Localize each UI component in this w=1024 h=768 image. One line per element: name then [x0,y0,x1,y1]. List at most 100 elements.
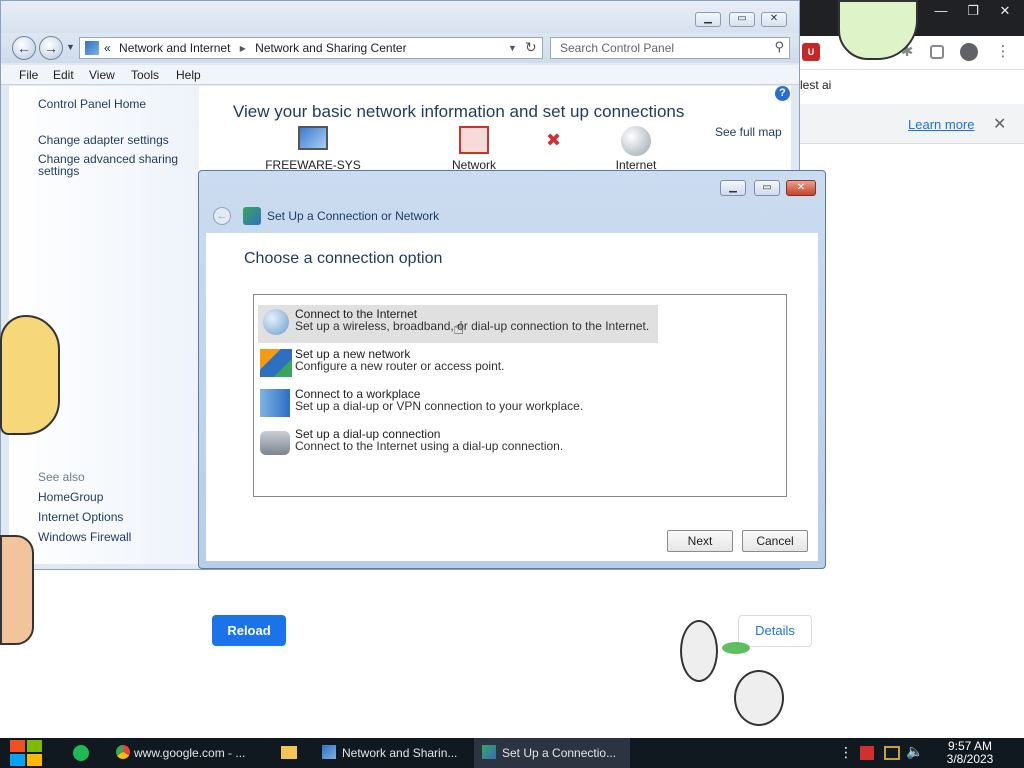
cp-close-button[interactable]: ✕ [761,12,787,27]
breadcrumb-prefix: « [104,41,111,55]
cp-minimize-button[interactable]: ▁ [695,12,721,27]
cancel-button[interactable]: Cancel [742,530,808,552]
option-description: Set up a wireless, broadband, or dial-up… [295,319,650,333]
chrome-infobar: Learn more ✕ [798,104,1024,144]
see-full-map-link[interactable]: See full map [715,125,782,139]
sidepanel-icon[interactable] [930,45,944,59]
help-icon[interactable]: ? [775,86,790,101]
internet-options-link[interactable]: Internet Options [38,510,123,524]
menu-edit[interactable]: Edit [53,68,74,82]
network-node[interactable]: Network [441,126,507,172]
disconnected-x-icon: ✖ [546,130,562,150]
change-adapter-settings-link[interactable]: Change adapter settings [38,133,169,147]
control-panel-titlebar: ▁ ▭ ✕ [1,1,799,33]
learn-more-link[interactable]: Learn more [908,117,974,132]
tray-flag-icon[interactable] [860,746,874,760]
breadcrumb-separator-icon: ▸ [239,41,246,55]
network-setup-icon [243,207,261,225]
globe-icon [263,309,289,335]
taskbar-chrome[interactable]: www.google.com - ... [106,738,264,768]
windows-firewall-link[interactable]: Windows Firewall [38,530,131,544]
option-workplace[interactable]: Connect to a workplace Set up a dial-up … [258,385,660,423]
cp-maximize-button[interactable]: ▭ [729,12,755,27]
infobar-close-icon[interactable]: ✕ [993,114,1006,134]
phone-icon [260,431,290,455]
file-explorer-icon[interactable] [281,746,297,759]
refresh-icon[interactable]: ↻ [525,39,537,56]
cartoon-sticker-icon [680,620,790,728]
hand-cursor-icon: ☝ [453,318,464,338]
clock-date: 3/8/2023 [946,752,994,766]
menu-view[interactable]: View [89,68,115,82]
taskbar-setup-connection[interactable]: Set Up a Connectio... [474,738,630,768]
search-icon[interactable]: ⚲ [774,39,784,55]
taskbar-chrome-label: www.google.com - ... [134,746,246,760]
menu-file[interactable]: File [19,68,38,82]
dialog-title: Set Up a Connection or Network [267,209,440,223]
menu-help[interactable]: Help [176,68,201,82]
homegroup-link[interactable]: HomeGroup [38,490,103,504]
taskbar-network-label: Network and Sharin... [342,746,458,760]
breadcrumb-network-and-internet[interactable]: Network and Internet [119,41,230,55]
chrome-minimize-button[interactable]: — [926,2,956,20]
next-button[interactable]: Next [667,530,733,552]
chrome-menu-icon[interactable]: ⋮ [994,43,1012,61]
volume-icon[interactable]: 🔈 [906,743,923,760]
address-bar[interactable]: « Network and Internet ▸ Network and Sha… [79,37,543,59]
dialog-back-arrow-icon[interactable]: ← [213,207,231,225]
search-control-panel-input[interactable]: Search Control Panel ⚲ [550,37,790,59]
address-dropdown-icon[interactable]: ▼ [508,43,517,53]
chrome-restore-button[interactable]: ❐ [958,2,988,20]
taskbar: www.google.com - ... Network and Sharin.… [0,738,1024,768]
computer-icon [298,126,328,150]
network-icon [322,745,336,759]
windows-start-icon[interactable] [10,740,42,766]
control-panel-home-link[interactable]: Control Panel Home [38,97,146,111]
network-center-heading: View your basic network information and … [233,102,685,121]
profile-avatar[interactable] [960,43,978,61]
dialog-maximize-button[interactable]: ▭ [754,180,780,196]
option-description: Configure a new router or access point. [295,359,505,373]
option-dial-up[interactable]: Set up a dial-up connection Connect to t… [258,425,660,463]
internet-node[interactable]: Internet [603,126,669,172]
ublock-icon[interactable]: U [802,43,820,61]
internet-globe-icon [621,126,651,156]
chrome-close-button[interactable]: ✕ [990,2,1020,20]
breadcrumb-network-sharing-center[interactable]: Network and Sharing Center [255,41,406,55]
network-setup-icon [482,745,496,759]
forward-arrow-icon[interactable]: → [39,36,63,60]
tray-network-icon[interactable] [884,746,900,760]
see-also-label: See also [38,470,85,484]
router-icon [260,349,292,377]
search-placeholder: Search Control Panel [560,41,675,55]
dialog-minimize-button[interactable]: ▁ [720,180,746,196]
app-icon[interactable] [73,745,89,761]
network-folder-icon [85,41,99,55]
connection-options-list[interactable]: Connect to the Internet Set up a wireles… [253,294,787,497]
choose-option-heading: Choose a connection option [244,250,443,267]
workplace-icon [260,389,290,417]
option-description: Set up a dial-up or VPN connection to yo… [295,399,584,413]
chrome-icon [116,745,130,759]
taskbar-network-sharing[interactable]: Network and Sharin... [314,738,464,768]
taskbar-setup-label: Set Up a Connectio... [502,746,617,760]
computer-node[interactable]: FREEWARE-SYS [263,126,363,172]
change-advanced-sharing-link[interactable]: Change advanced sharing settings [38,153,188,177]
dialog-nav: ← Set Up a Connection or Network [205,203,819,231]
cartoon-sticker-icon [0,315,60,435]
network-icon [459,126,489,154]
tray-overflow-icon[interactable]: ⋮ [839,744,853,761]
menu-tools[interactable]: Tools [131,68,159,82]
recent-pages-chevron-icon[interactable]: ▼ [66,42,75,52]
cartoon-sticker-icon [0,535,34,645]
option-new-network[interactable]: Set up a new network Configure a new rou… [258,345,660,383]
setup-connection-dialog: ▁ ▭ ✕ ← Set Up a Connection or Network C… [198,170,826,569]
dialog-content: Choose a connection option Connect to th… [206,233,818,561]
dialog-close-button[interactable]: ✕ [786,180,816,196]
cp-navbar: ← → ▼ « Network and Internet ▸ Network a… [1,33,799,63]
taskbar-clock[interactable]: 9:57 AM 3/8/2023 [938,740,1002,766]
reload-button[interactable]: Reload [212,615,286,646]
option-description: Connect to the Internet using a dial-up … [295,439,564,453]
back-arrow-icon[interactable]: ← [12,36,36,60]
cp-menubar: File Edit View Tools Help [1,65,799,85]
